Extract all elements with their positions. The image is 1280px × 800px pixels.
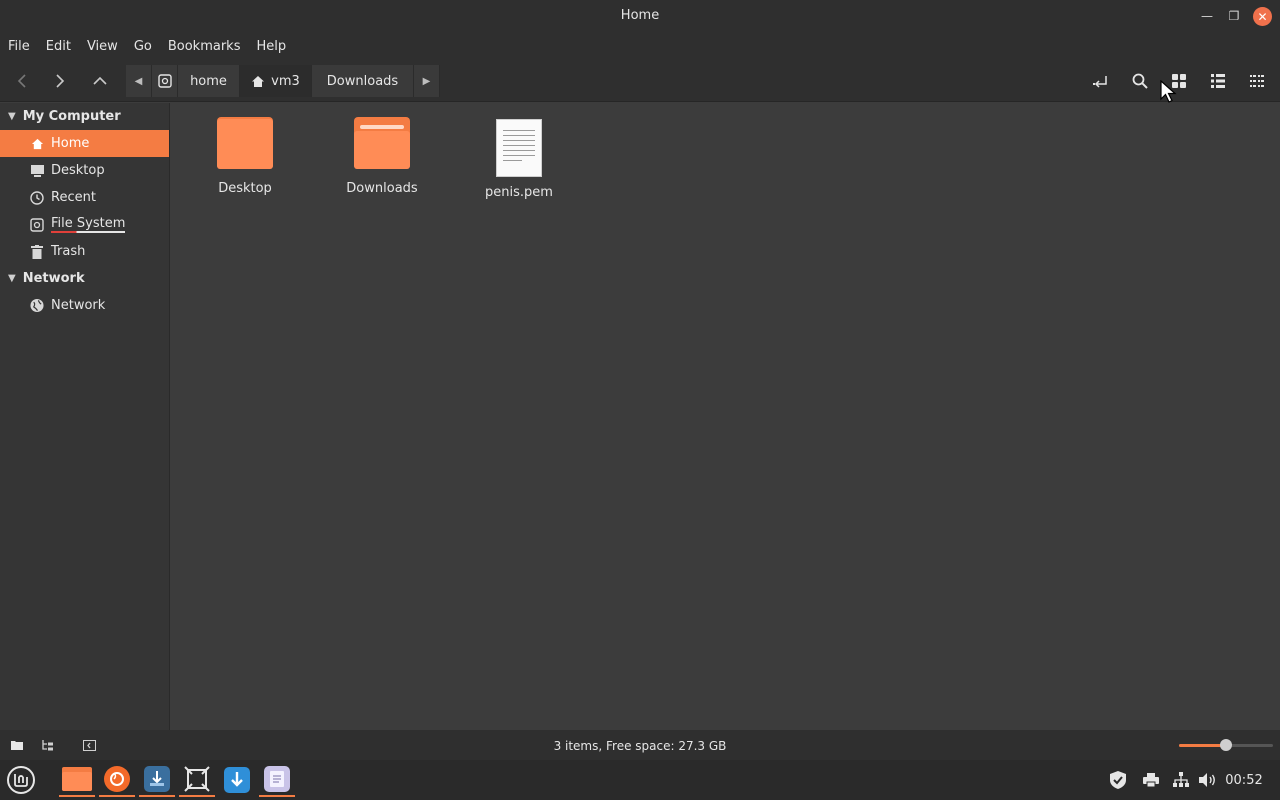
shield-icon[interactable] [1108,770,1128,790]
status-bar: 3 items, Free space: 27.3 GB [0,730,1280,760]
menu-help[interactable]: Help [256,39,286,54]
crumb-home[interactable]: home [178,65,240,97]
workspace-icon [184,766,210,792]
sidebar-item-label: Recent [51,190,96,205]
menu-edit[interactable]: Edit [46,39,71,54]
folder-icon [354,117,410,173]
search-icon [1132,73,1148,89]
taskbar-software-manager[interactable] [139,763,175,797]
file-name: Downloads [346,181,418,196]
sidebar-item-file-system[interactable]: File System [0,211,169,238]
collapse-triangle-icon: ▼ [8,111,16,122]
filesystem-crumb[interactable] [152,65,178,97]
globe-icon [30,298,44,313]
menu-bar: File Edit View Go Bookmarks Help [0,32,1280,60]
taskbar [0,760,1280,800]
file-view[interactable]: Desktop Downloads penis.pem [171,103,1280,730]
breadcrumb-scroll-right[interactable]: ▶ [414,65,440,97]
folder-icon [62,767,92,791]
collapse-triangle-icon: ▼ [8,273,16,284]
zoom-slider-handle[interactable] [1220,739,1232,751]
sidebar-item-network[interactable]: Network [0,292,169,319]
clock[interactable]: 00:52 [1224,770,1264,790]
status-text: 3 items, Free space: 27.3 GB [553,739,727,753]
menu-button[interactable] [3,763,39,797]
file-item-desktop[interactable]: Desktop [195,117,295,196]
sidebar-item-home[interactable]: Home [0,130,169,157]
taskbar-files[interactable] [59,763,95,797]
taskbar-workspace[interactable] [179,763,215,797]
sidebar-item-recent[interactable]: Recent [0,184,169,211]
taskbar-text-editor[interactable] [259,763,295,797]
file-item-downloads[interactable]: Downloads [332,117,432,196]
taskbar-firefox[interactable] [99,763,135,797]
search-button[interactable] [1127,68,1153,94]
home-icon [30,137,44,151]
up-button[interactable] [87,68,113,94]
sidebar-item-label: Network [51,298,106,313]
sidebar-section-network[interactable]: ▼ Network [0,265,169,292]
list-icon [1211,74,1225,88]
sidebar-item-label: File System [51,216,126,233]
title-bar: Home — ❐ ✕ [0,0,1280,32]
menu-go[interactable]: Go [134,39,152,54]
document-icon [496,119,542,177]
close-button[interactable]: ✕ [1253,7,1272,26]
crumb-vm3[interactable]: vm3 [240,65,312,97]
menu-file[interactable]: File [8,39,30,54]
file-item-penis-pem[interactable]: penis.pem [469,119,569,200]
window-title: Home [620,8,660,23]
sidebar-item-label: Trash [51,244,86,259]
location-toggle-icon [1093,76,1107,88]
taskbar-update-manager[interactable] [219,763,255,797]
compact-view-button[interactable] [1244,68,1270,94]
sidebar-item-label: Desktop [51,163,105,178]
mint-logo-icon [7,766,35,794]
maximize-button[interactable]: ❐ [1225,7,1243,25]
breadcrumb: ◀ home vm3 Downloads ▶ [126,65,440,97]
breadcrumb-scroll-left[interactable]: ◀ [126,65,152,97]
list-view-button[interactable] [1205,68,1231,94]
package-install-icon [144,766,170,792]
sidebar-section-my-computer[interactable]: ▼ My Computer [0,103,169,130]
drive-icon [157,74,172,88]
zoom-slider-fill [1179,744,1226,747]
text-editor-icon [264,766,290,792]
file-name: Desktop [218,181,272,196]
volume-icon[interactable] [1198,770,1218,790]
network-icon[interactable] [1171,770,1191,790]
folder-icon [217,117,273,173]
sidebar: ▼ My Computer Home Desktop Recent File S… [0,103,170,730]
crumb-vm3-label: vm3 [271,73,300,89]
desktop-icon [30,164,44,178]
minimize-button[interactable]: — [1198,7,1216,25]
back-button[interactable] [9,68,35,94]
sidebar-item-label: Home [51,136,90,151]
crumb-downloads[interactable]: Downloads [312,65,414,97]
toggle-location-button[interactable] [1088,68,1114,94]
home-icon [252,75,265,87]
trash-icon [30,244,44,259]
download-icon [224,767,250,793]
section-title: Network [22,271,85,286]
firefox-icon [104,766,130,792]
mouse-cursor-icon [1160,80,1177,103]
zoom-slider[interactable] [1179,739,1273,751]
menu-bookmarks[interactable]: Bookmarks [168,39,241,54]
drive-icon [30,217,44,232]
printer-icon[interactable] [1141,770,1161,790]
menu-view[interactable]: View [87,39,118,54]
clock-icon [30,190,44,205]
section-title: My Computer [22,109,121,124]
forward-button[interactable] [47,68,73,94]
compact-list-icon [1250,75,1264,87]
file-name: penis.pem [485,185,553,200]
sidebar-item-trash[interactable]: Trash [0,238,169,265]
sidebar-item-desktop[interactable]: Desktop [0,157,169,184]
